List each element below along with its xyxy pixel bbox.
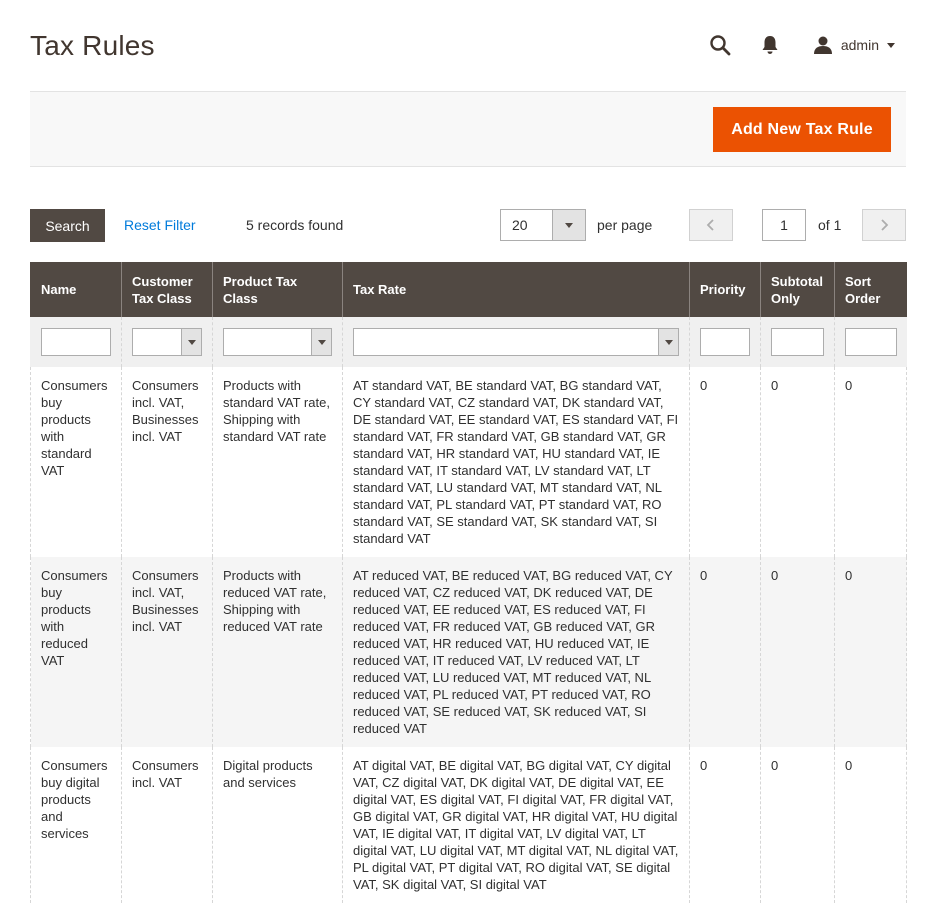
cell-customer-tax-class: Consumers incl. VAT — [121, 747, 213, 903]
records-found: 5 records found — [246, 217, 344, 233]
filter-cell-tax-rate — [342, 317, 690, 367]
cell-product-tax-class: Digital products and services — [212, 747, 343, 903]
page-title: Tax Rules — [30, 30, 155, 61]
column-header-sort-order[interactable]: Sort Order — [834, 262, 907, 317]
cell-name: Consumers buy products with reduced VAT — [30, 557, 122, 747]
select-arrow — [311, 329, 331, 355]
column-header-subtotal-only[interactable]: Subtotal Only — [760, 262, 835, 317]
cell-priority: 0 — [689, 557, 761, 747]
header-actions: admin — [705, 30, 895, 60]
filter-customer-tax-class-select[interactable] — [132, 328, 202, 356]
chevron-right-icon — [881, 219, 889, 231]
cell-sort-order: 0 — [834, 557, 907, 747]
column-header-name[interactable]: Name — [30, 262, 122, 317]
filter-product-tax-class-select[interactable] — [223, 328, 332, 356]
cell-tax-rate: AT digital VAT, BE digital VAT, BG digit… — [342, 747, 690, 903]
filter-cell-customer-tax-class — [121, 317, 213, 367]
reset-filter-link[interactable]: Reset Filter — [124, 217, 196, 233]
filter-priority-input[interactable] — [700, 328, 750, 356]
cell-subtotal-only: 0 — [760, 747, 835, 903]
global-search-button[interactable] — [705, 30, 735, 60]
notifications-button[interactable] — [757, 30, 783, 60]
filter-cell-sort-order — [834, 317, 907, 367]
grid-toolbar: Search Reset Filter 5 records found 20 p… — [30, 209, 906, 242]
cell-tax-rate: AT reduced VAT, BE reduced VAT, BG reduc… — [342, 557, 690, 747]
user-icon — [813, 35, 833, 55]
per-page-dropdown-button[interactable] — [552, 210, 585, 240]
page-actions-bar: Add New Tax Rule — [30, 91, 906, 167]
cell-customer-tax-class: Consumers incl. VAT, Businesses incl. VA… — [121, 557, 213, 747]
cell-subtotal-only: 0 — [760, 367, 835, 557]
chevron-down-icon — [187, 339, 196, 345]
filter-cell-subtotal-only — [760, 317, 835, 367]
next-page-button[interactable] — [862, 209, 906, 241]
cell-priority: 0 — [689, 367, 761, 557]
bell-icon — [762, 36, 778, 54]
search-button[interactable]: Search — [30, 209, 105, 242]
user-menu[interactable]: admin — [813, 35, 895, 55]
filter-cell-priority — [689, 317, 761, 367]
previous-page-button[interactable] — [689, 209, 733, 241]
table-row[interactable]: Consumers buy products with reduced VAT … — [30, 557, 907, 747]
cell-name: Consumers buy digital products and servi… — [30, 747, 122, 903]
column-header-priority[interactable]: Priority — [689, 262, 761, 317]
page-count: of 1 — [818, 217, 842, 233]
cell-name: Consumers buy products with standard VAT — [30, 367, 122, 557]
filter-sort-order-input[interactable] — [845, 328, 897, 356]
cell-subtotal-only: 0 — [760, 557, 835, 747]
select-arrow — [181, 329, 201, 355]
filter-tax-rate-select[interactable] — [353, 328, 679, 356]
chevron-left-icon — [706, 219, 714, 231]
search-icon — [710, 35, 731, 56]
chevron-down-icon — [565, 222, 573, 228]
per-page-label: per page — [597, 217, 653, 233]
filter-cell-product-tax-class — [212, 317, 343, 367]
cell-product-tax-class: Products with reduced VAT rate, Shipping… — [212, 557, 343, 747]
cell-customer-tax-class: Consumers incl. VAT, Businesses incl. VA… — [121, 367, 213, 557]
current-page-input[interactable] — [762, 209, 806, 241]
grid-header-row: Name Customer Tax Class Product Tax Clas… — [30, 262, 907, 317]
table-row[interactable]: Consumers buy products with standard VAT… — [30, 367, 907, 557]
cell-priority: 0 — [689, 747, 761, 903]
per-page-value: 20 — [512, 217, 528, 233]
user-name: admin — [840, 37, 879, 53]
add-new-tax-rule-button[interactable]: Add New Tax Rule — [713, 107, 891, 152]
chevron-down-icon — [664, 339, 673, 345]
cell-sort-order: 0 — [834, 747, 907, 903]
select-arrow — [658, 329, 678, 355]
filter-subtotal-only-input[interactable] — [771, 328, 824, 356]
chevron-down-icon — [887, 42, 895, 48]
table-row[interactable]: Consumers buy digital products and servi… — [30, 747, 907, 903]
grid-filter-row — [30, 317, 907, 367]
column-header-product-tax-class[interactable]: Product Tax Class — [212, 262, 343, 317]
per-page-select[interactable]: 20 — [500, 209, 586, 241]
cell-product-tax-class: Products with standard VAT rate, Shippin… — [212, 367, 343, 557]
column-header-tax-rate[interactable]: Tax Rate — [342, 262, 690, 317]
tax-rules-grid: Name Customer Tax Class Product Tax Clas… — [30, 262, 907, 903]
cell-sort-order: 0 — [834, 367, 907, 557]
column-header-customer-tax-class[interactable]: Customer Tax Class — [121, 262, 213, 317]
filter-name-input[interactable] — [41, 328, 111, 356]
cell-tax-rate: AT standard VAT, BE standard VAT, BG sta… — [342, 367, 690, 557]
chevron-down-icon — [317, 339, 326, 345]
filter-cell-name — [30, 317, 122, 367]
